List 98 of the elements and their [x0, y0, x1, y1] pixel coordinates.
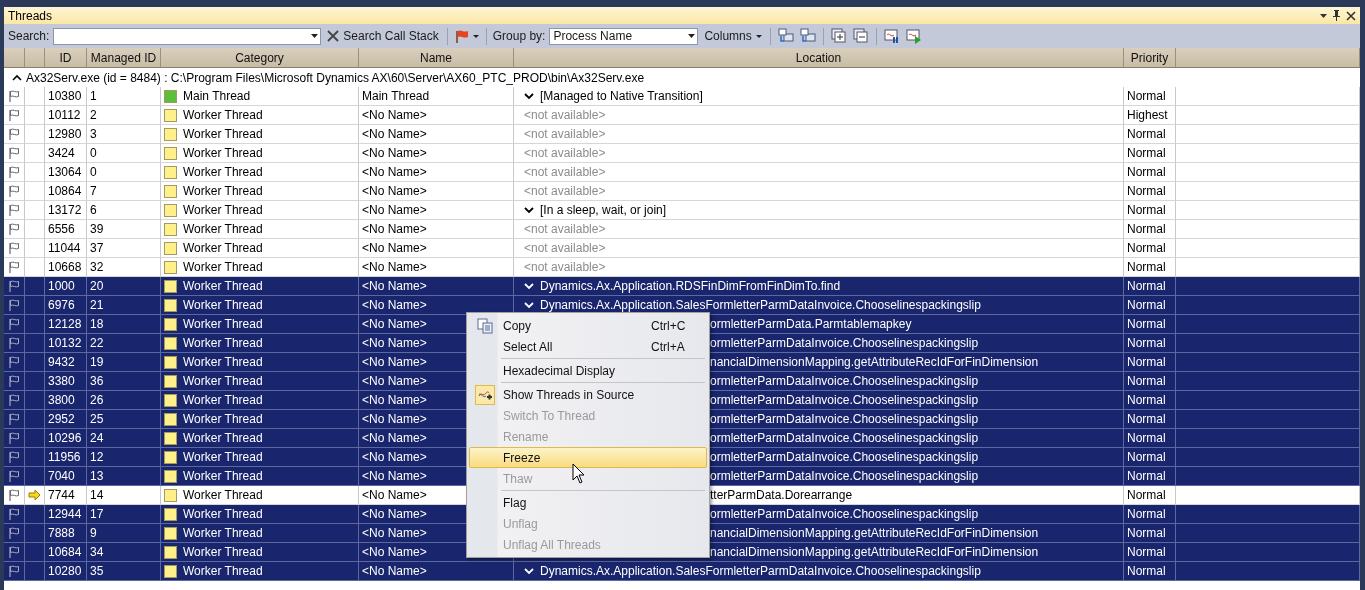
table-cell: <No Name> — [359, 125, 514, 144]
category-text: Worker Thread — [183, 241, 263, 255]
table-cell: 35 — [87, 562, 161, 581]
table-cell: 10112 — [45, 106, 87, 125]
category-text: Worker Thread — [183, 412, 263, 426]
location-text: ormletterParmData.Parmtablemapkey — [710, 317, 912, 331]
category-text: Worker Thread — [183, 450, 263, 464]
category-text: Worker Thread — [183, 526, 263, 540]
search-label: Search: — [8, 29, 50, 43]
table-cell: 13172 — [45, 201, 87, 220]
table-cell: <No Name> — [359, 144, 514, 163]
table-cell: Normal — [1124, 239, 1176, 258]
table-cell: <No Name> — [359, 201, 514, 220]
table-cell: <No Name> — [359, 106, 514, 125]
group-label: Ax32Serv.exe (id = 8484) : C:\Program Files\Microsoft Dynamics AX\60\Server\AX60_PTC_PROD\bin\Ax32Serv.exe — [26, 70, 645, 85]
category-text: Worker Thread — [183, 469, 263, 483]
table-cell: Normal — [1124, 87, 1176, 106]
category-text: Worker Thread — [183, 564, 263, 578]
table-cell: Normal — [1124, 220, 1176, 239]
table-cell: Normal — [1124, 144, 1176, 163]
location-text: ormletterParmDataInvoice.Chooselinespackingslip — [710, 374, 979, 388]
table-cell: Normal — [1124, 562, 1176, 581]
table-cell: 3424 — [45, 144, 87, 163]
location-text: ormletterParmDataInvoice.Chooselinespackingslip — [710, 412, 979, 426]
table-cell: <not available> — [514, 106, 1124, 125]
table-cell: 13064 — [45, 163, 87, 182]
table-cell: <No Name> — [359, 562, 514, 581]
category-text: Worker Thread — [183, 431, 263, 445]
table-cell: 0 — [87, 163, 161, 182]
category-text: Worker Thread — [183, 165, 263, 179]
table-cell: 13 — [87, 467, 161, 486]
location-text: ormletterParmDataInvoice.Chooselinespackingslip — [710, 469, 979, 483]
location-text: ormletterParmDataInvoice.Chooselinespackingslip — [710, 507, 979, 521]
location-text: Dynamics.Ax.Application.RDSFinDimFromFinDimTo.find — [540, 279, 841, 293]
category-text: Worker Thread — [183, 108, 263, 122]
table-cell: <not available> — [514, 220, 1124, 239]
table-cell: Normal — [1124, 125, 1176, 144]
table-cell: 12980 — [45, 125, 87, 144]
table-cell: 3 — [87, 125, 161, 144]
location-text: Dynamics.Ax.Application.SalesFormletterParmDataInvoice.Chooselinespackingslip — [540, 564, 981, 578]
category-text: Worker Thread — [183, 127, 263, 141]
group-by-label: Group by: — [492, 29, 546, 43]
location-text: ormletterParmDataInvoice.Chooselinespackingslip — [710, 393, 979, 407]
category-text: Worker Thread — [183, 317, 263, 331]
table-cell: 37 — [87, 239, 161, 258]
category-text: Worker Thread — [183, 355, 263, 369]
location-text: [In a sleep, wait, or join] — [540, 203, 667, 217]
table-cell: <not available> — [514, 239, 1124, 258]
location-text: nancialDimensionMapping.getAttributeRecIdForFinDimension — [710, 355, 1039, 369]
table-cell: 6556 — [45, 220, 87, 239]
category-text: Worker Thread — [183, 374, 263, 388]
table-cell: Main Thread — [359, 87, 514, 106]
location-text: nancialDimensionMapping.getAttributeRecIdForFinDimension — [710, 526, 1039, 540]
category-text: Worker Thread — [183, 279, 263, 293]
table-cell: <not available> — [514, 144, 1124, 163]
table-cell: Normal — [1124, 201, 1176, 220]
location-text: tterParmData.Dorearrange — [710, 488, 853, 502]
table-cell: Normal — [1124, 182, 1176, 201]
table-cell: <No Name> — [359, 163, 514, 182]
category-text: Worker Thread — [183, 545, 263, 559]
location-text: nancialDimensionMapping.getAttributeRecIdForFinDimension — [710, 545, 1039, 559]
table-cell: <not available> — [514, 182, 1124, 201]
category-text: Worker Thread — [183, 184, 263, 198]
location-text: Dynamics.Ax.Application.SalesFormletterParmDataInvoice.Chooselinespackingslip — [540, 298, 981, 312]
table-cell: 39 — [87, 220, 161, 239]
table-cell: 1 — [87, 87, 161, 106]
table-cell: <not available> — [514, 163, 1124, 182]
location-text: ormletterParmDataInvoice.Chooselinespackingslip — [710, 431, 979, 445]
table-cell: 10380 — [45, 87, 87, 106]
table-cell: <No Name> — [359, 182, 514, 201]
category-text: Worker Thread — [183, 203, 263, 217]
table-cell: 0 — [87, 144, 161, 163]
table-cell: 6 — [87, 201, 161, 220]
category-text: Worker Thread — [183, 393, 263, 407]
table-cell: Normal — [1124, 467, 1176, 486]
category-text: Worker Thread — [183, 507, 263, 521]
table-cell: Highest — [1124, 106, 1176, 125]
location-text: [Managed to Native Transition] — [540, 89, 703, 103]
category-text: Worker Thread — [183, 488, 263, 502]
table-cell: Normal — [1124, 163, 1176, 182]
table-cell: <not available> — [514, 125, 1124, 144]
category-text: Worker Thread — [183, 298, 263, 312]
table-cell: 10280 — [45, 562, 87, 581]
location-text: ormletterParmDataInvoice.Chooselinespackingslip — [710, 336, 979, 350]
category-text: Worker Thread — [183, 222, 263, 236]
window-title: Threads — [8, 8, 54, 23]
category-text: Main Thread — [183, 89, 251, 103]
table-cell: <No Name> — [359, 239, 514, 258]
table-cell: 7 — [87, 182, 161, 201]
table-cell: <No Name> — [359, 220, 514, 239]
table-cell: 11044 — [45, 239, 87, 258]
table-cell: 7040 — [45, 467, 87, 486]
category-text: Worker Thread — [183, 146, 263, 160]
location-text: ormletterParmDataInvoice.Chooselinespackingslip — [710, 450, 979, 464]
table-cell: 2 — [87, 106, 161, 125]
category-text: Worker Thread — [183, 336, 263, 350]
category-text: Worker Thread — [183, 260, 263, 274]
table-cell: 10864 — [45, 182, 87, 201]
